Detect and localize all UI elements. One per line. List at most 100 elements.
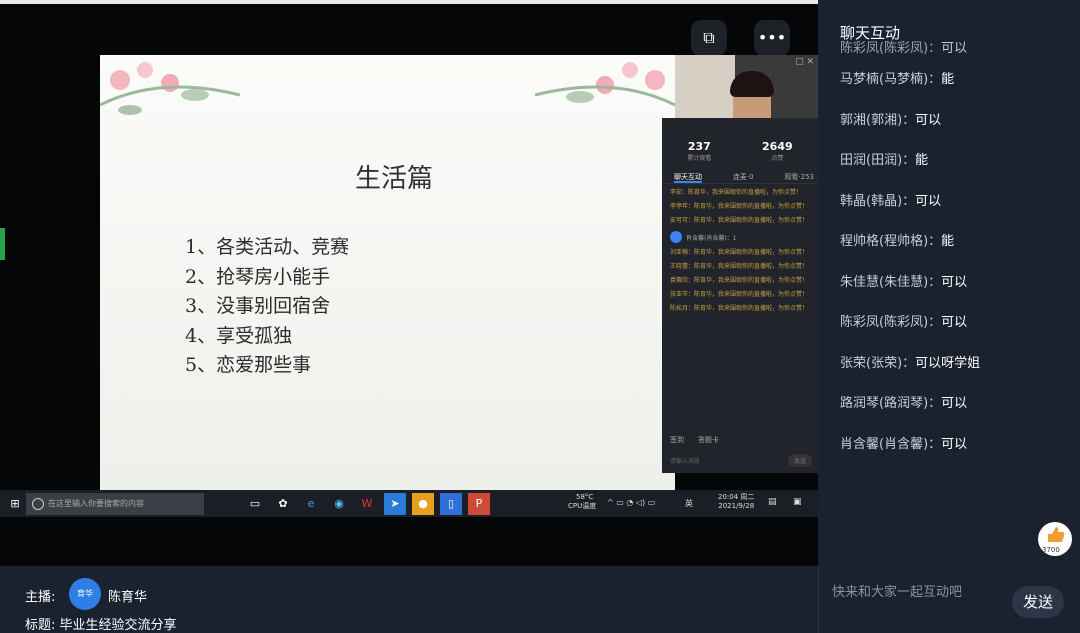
chat-sender: 陈彩凤(陈彩凤)： bbox=[840, 315, 942, 330]
cpu-label: CPU温度 bbox=[568, 502, 597, 510]
chat-text: 可以 bbox=[941, 436, 968, 452]
chat-text: 能 bbox=[941, 72, 955, 87]
like-count: 3700 bbox=[1042, 546, 1060, 554]
action-center-icon[interactable]: ▣ bbox=[793, 497, 802, 507]
like-stat: 2649 点赞 bbox=[762, 140, 793, 162]
ppt-icon[interactable]: P bbox=[468, 492, 490, 515]
window-controls[interactable]: □ ✕ bbox=[795, 57, 814, 67]
chat-text: 可以 bbox=[941, 274, 968, 290]
rotate-button[interactable]: ⧉ bbox=[691, 20, 727, 56]
ie-icon[interactable]: e bbox=[300, 493, 322, 515]
slide-list-item: 5、恋爱那些事 bbox=[185, 354, 312, 376]
cpu-temp: 58°C CPU温度 bbox=[568, 493, 596, 511]
chat-sender: 田润(田润)： bbox=[840, 153, 916, 168]
mini-chat-window: 237 累计观看 2649 点赞 聊天互动 连麦·0 观看·253 李茹：陈育华，我… bbox=[662, 118, 818, 473]
clock-date: 2021/9/28 bbox=[718, 502, 755, 510]
chat-text: 可以 bbox=[941, 315, 968, 330]
more-button[interactable]: ••• bbox=[754, 20, 790, 56]
mini-tabs: 聊天互动 连麦·0 观看·253 bbox=[662, 162, 818, 184]
like-stat-label: 点赞 bbox=[771, 155, 784, 162]
chat-text: 可以 bbox=[915, 112, 942, 128]
windows-start-icon[interactable]: ⊞ bbox=[4, 493, 26, 515]
mini-message: 王晓蕾：陈育华，我来围观你的直播啦，为你点赞！ bbox=[670, 263, 809, 270]
mini-gift-line: 肖含馨(肖含馨)：1 bbox=[670, 231, 810, 243]
chat-message: 路润琴(路润琴)：可以 bbox=[840, 384, 980, 425]
flower-decoration-left bbox=[100, 62, 240, 115]
slide-title: 生活篇 bbox=[355, 164, 434, 194]
presenter-hair bbox=[730, 71, 774, 97]
taskbar-search[interactable]: 在这里输入你要搜索的内容 bbox=[26, 492, 204, 515]
chat-message: 韩晶(韩晶)：可以 bbox=[840, 182, 980, 223]
answer-card-button[interactable]: 答题卡 bbox=[698, 436, 719, 444]
stream-info-bar: 主播: 陈育华 标题: 毕业生经验交流分享 bbox=[0, 566, 818, 633]
chat-sender: 张荣(张荣)： bbox=[840, 355, 916, 371]
chat-message-list: 陈彩凤(陈彩凤)：可以 马梦楠(马梦楠)：能 郭湘(郭湘)：可以 田润(田润)：… bbox=[840, 38, 980, 465]
chat-sender: 郭湘(郭湘)： bbox=[840, 112, 916, 128]
ime-lang[interactable]: 英 bbox=[685, 498, 693, 509]
chat-text: 可以 bbox=[915, 193, 942, 209]
stream-title: 标题: 毕业生经验交流分享 bbox=[25, 614, 177, 633]
mini-input[interactable]: 请输入消息 bbox=[670, 456, 700, 465]
temp-value: 58°C bbox=[576, 493, 594, 501]
view-label: 累计观看 bbox=[687, 155, 712, 162]
windows-taskbar: ⊞ 在这里输入你要搜索的内容 ▭ ✿ e ◉ W ➤ ● ▯ P 58°C CPU… bbox=[0, 490, 818, 517]
like-stat-count: 2649 bbox=[762, 140, 793, 153]
view-count: 237 bbox=[687, 140, 711, 153]
chat-message: 张荣(张荣)：可以呀学姐 bbox=[840, 344, 980, 385]
chat-sender: 路润琴(路润琴)： bbox=[840, 396, 942, 411]
title-label: 标题: bbox=[25, 618, 56, 633]
chat-message: 陈彩凤(陈彩凤)：可以 bbox=[840, 38, 980, 60]
clock[interactable]: 20:04 周二 2021/9/28 bbox=[718, 493, 754, 511]
chat-sender: 程帅格(程帅格)： bbox=[840, 234, 942, 249]
like-button[interactable]: 3700 bbox=[1038, 522, 1072, 556]
mini-send-button[interactable]: 发送 bbox=[787, 454, 812, 467]
gift-text: 肖含馨(肖含馨)：1 bbox=[686, 234, 737, 242]
title-value: 毕业生经验交流分享 bbox=[59, 618, 177, 633]
tray-icons[interactable]: ^ ▭ ◔ ◁) ▭ bbox=[607, 498, 655, 507]
chat-message: 田润(田润)：能 bbox=[840, 141, 980, 182]
mini-message: 张亚岑：陈育华，我来围观你的直播啦，为你点赞！ bbox=[670, 291, 809, 298]
wps-icon[interactable]: W bbox=[356, 493, 378, 515]
chat-input[interactable]: 快来和大家一起互动吧 bbox=[832, 581, 962, 600]
chat-message: 朱佳慧(朱佳慧)：可以 bbox=[840, 263, 980, 304]
chat-text: 能 bbox=[941, 234, 955, 249]
mini-footer: 签到 答题卡 bbox=[670, 435, 719, 445]
tab-mic[interactable]: 连麦·0 bbox=[733, 172, 754, 183]
app-icon[interactable]: ➤ bbox=[384, 492, 406, 515]
browser-icon[interactable]: ◉ bbox=[328, 493, 350, 515]
chat-sender: 马梦楠(马梦楠)： bbox=[840, 72, 942, 87]
mini-message: 陈松月：陈育华，我来围观你的直播啦，为你点赞！ bbox=[670, 305, 809, 312]
slide-list-item: 2、抢琴房小能手 bbox=[185, 265, 331, 288]
host-label: 主播: bbox=[25, 590, 56, 605]
tab-chat[interactable]: 聊天互动 bbox=[674, 172, 702, 183]
stats-row: 237 累计观看 2649 点赞 bbox=[662, 118, 818, 162]
task-view-icon[interactable]: ▭ bbox=[244, 493, 266, 515]
chat-panel: 聊天互动 陈彩凤(陈彩凤)：可以 马梦楠(马梦楠)：能 郭湘(郭湘)：可以 田润… bbox=[818, 0, 1080, 566]
app-icon[interactable]: ● bbox=[412, 492, 434, 515]
video-top-edge bbox=[0, 0, 818, 4]
side-indicator bbox=[0, 228, 5, 260]
chat-sender: 陈彩凤(陈彩凤)： bbox=[840, 41, 942, 56]
avatar[interactable]: 育华 bbox=[69, 578, 101, 610]
tab-viewers[interactable]: 观看·253 bbox=[784, 172, 814, 183]
slide-list-item: 1、各类活动、竞赛 bbox=[185, 236, 350, 258]
chat-sender: 韩晶(韩晶)： bbox=[840, 193, 916, 209]
chat-text: 能 bbox=[915, 153, 929, 168]
live-stream-app: 生活篇 1、各类活动、竞赛 2、抢琴房小能手 3、没事别回宿舍 4、享受孤独 5… bbox=[0, 0, 1080, 633]
mini-message-list: 李茹：陈育华，我来围观你的直播啦，为你点赞！ 李停年：陈育华，我来围观你的直播啦… bbox=[662, 184, 818, 324]
view-stat: 237 累计观看 bbox=[687, 140, 711, 162]
mini-message: 李停年：陈育华，我来围观你的直播啦，为你点赞！ bbox=[670, 203, 809, 210]
video-area: 生活篇 1、各类活动、竞赛 2、抢琴房小能手 3、没事别回宿舍 4、享受孤独 5… bbox=[0, 0, 818, 566]
chat-text: 可以呀学姐 bbox=[915, 355, 981, 371]
rotate-icon: ⧉ bbox=[703, 28, 715, 47]
app-icon[interactable]: ✿ bbox=[272, 493, 294, 515]
signin-button[interactable]: 签到 bbox=[670, 436, 684, 444]
mini-message: 袁赛欣：陈育华，我来围观你的直播啦，为你点赞！ bbox=[670, 277, 809, 284]
app-icon[interactable]: ▯ bbox=[440, 492, 462, 515]
chat-text: 可以 bbox=[941, 396, 968, 411]
slide-list: 1、各类活动、竞赛 2、抢琴房小能手 3、没事别回宿舍 4、享受孤独 5、恋爱那… bbox=[185, 233, 349, 381]
slide-list-item: 4、享受孤独 bbox=[185, 324, 293, 347]
notification-icon[interactable]: ▤ bbox=[768, 497, 777, 507]
camera-background bbox=[675, 55, 735, 120]
send-button[interactable]: 发送 bbox=[1012, 586, 1064, 618]
